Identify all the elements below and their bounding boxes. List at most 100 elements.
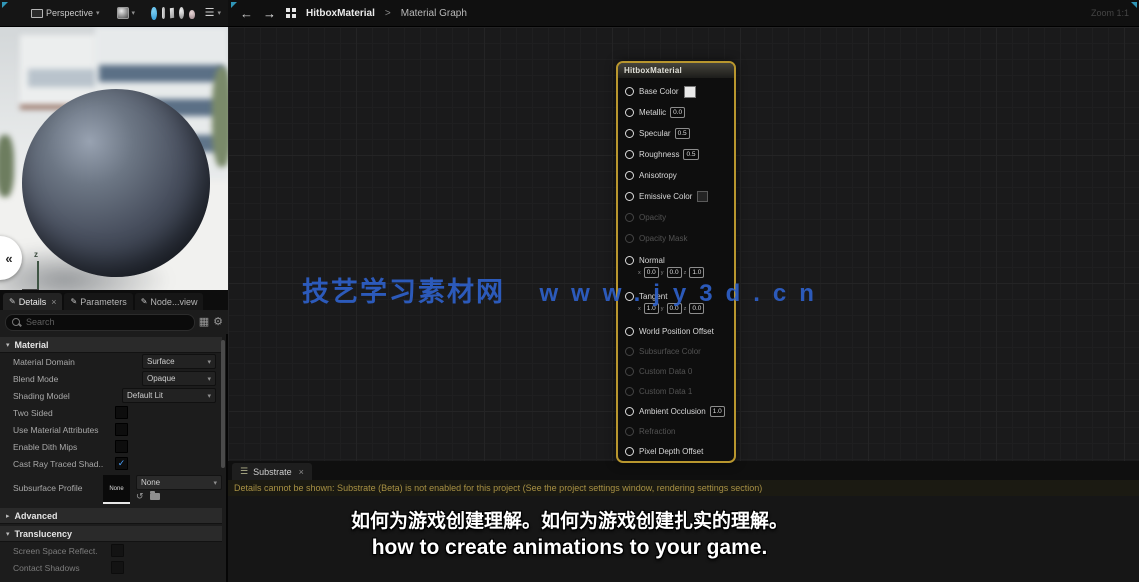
pin-tangent[interactable]: Tangent x 1.0 y 0.0 z 0.0 (618, 285, 734, 321)
pin-opacity-mask[interactable]: Opacity Mask (618, 228, 734, 249)
close-icon[interactable]: × (51, 297, 56, 307)
perspective-dropdown[interactable]: Perspective ▾ (28, 6, 103, 20)
browse-folder-icon[interactable] (150, 493, 160, 500)
graph-hierarchy-icon[interactable] (286, 8, 296, 18)
shape-sphere-selected-button[interactable] (151, 7, 156, 20)
check-icon: ✓ (118, 459, 126, 468)
graph-toolbar: ← → HitboxMaterial > Material Graph Zoom… (228, 0, 1139, 27)
substrate-panel: ☰ Substrate × Details cannot be shown: S… (228, 461, 1139, 582)
search-input[interactable] (24, 316, 188, 328)
select-value: Opaque (147, 374, 175, 383)
pin-subsurface-color[interactable]: Subsurface Color (618, 341, 734, 361)
reset-icon[interactable]: ↺ (136, 492, 144, 501)
pin-circle-icon[interactable] (625, 447, 634, 456)
pin-refraction[interactable]: Refraction (618, 421, 734, 441)
pin-opacity[interactable]: Opacity (618, 207, 734, 228)
category-label: Material (15, 340, 49, 350)
two-sided-checkbox[interactable] (115, 406, 128, 419)
tab-substrate[interactable]: ☰ Substrate × (232, 463, 312, 480)
pin-specular[interactable]: Specular 0.5 (618, 123, 734, 144)
perspective-label: Perspective (46, 8, 93, 18)
pin-circle-icon[interactable] (625, 256, 634, 265)
forward-button[interactable]: → (263, 6, 276, 21)
contact-shadows-checkbox[interactable] (111, 561, 124, 574)
screen-space-reflections-checkbox[interactable] (111, 544, 124, 557)
pencil-icon: ✎ (70, 297, 77, 306)
pin-normal[interactable]: Normal x 0.0 y 0.0 z 1.0 (618, 249, 734, 285)
subsurface-profile-select[interactable]: None ▾ (136, 475, 222, 490)
category-advanced[interactable]: ▸ Advanced (0, 508, 222, 524)
chevron-down-icon: ▾ (6, 341, 10, 349)
pin-roughness[interactable]: Roughness 0.5 (618, 144, 734, 165)
category-material[interactable]: ▾ Material (0, 337, 222, 353)
pin-circle-icon[interactable] (625, 192, 634, 201)
material-result-node[interactable]: HitboxMaterial Base Color Metallic 0.0 S… (616, 61, 736, 463)
tab-node-preview[interactable]: ✎ Node...view (135, 293, 204, 310)
pin-circle-icon[interactable] (625, 327, 634, 336)
enable-dith-mips-checkbox[interactable] (115, 440, 128, 453)
chevron-down-icon: ▾ (96, 9, 100, 17)
normal-z-value: 1.0 (689, 267, 704, 278)
shading-model-select[interactable]: Default Lit ▾ (122, 388, 216, 403)
node-header[interactable]: HitboxMaterial (618, 63, 734, 78)
breadcrumb-graph-page[interactable]: Material Graph (401, 8, 467, 19)
filter-grid-icon[interactable]: ▦ (199, 317, 209, 328)
back-button[interactable]: ← (240, 6, 253, 21)
pin-custom-data-0[interactable]: Custom Data 0 (618, 361, 734, 381)
pin-ambient-occlusion[interactable]: Ambient Occlusion 1.0 (618, 401, 734, 421)
pin-circle-icon[interactable] (625, 129, 634, 138)
pin-circle-icon (625, 213, 634, 222)
details-panel: ▾ Material Material Domain Surface ▾ Ble… (0, 334, 222, 582)
material-preview-viewport[interactable]: z x (0, 27, 228, 290)
substrate-warning-message: Details cannot be shown: Substrate (Beta… (228, 480, 1139, 496)
tangent-y-value: 0.0 (667, 303, 682, 314)
close-icon[interactable]: × (299, 467, 304, 477)
search-box[interactable] (5, 314, 195, 331)
tab-details[interactable]: ✎ Details × (3, 293, 62, 310)
axis-z-label: z (34, 250, 38, 259)
category-translucency[interactable]: ▾ Translucency (0, 526, 222, 542)
pin-circle-icon[interactable] (625, 108, 634, 117)
breadcrumb-material-name[interactable]: HitboxMaterial (306, 8, 375, 19)
pin-anisotropy[interactable]: Anisotropy (618, 165, 734, 186)
row-label: Shading Model (13, 391, 122, 401)
blend-mode-select[interactable]: Opaque ▾ (142, 371, 216, 386)
viewport-menu-button[interactable]: ☰ ▾ (202, 6, 224, 21)
details-scrollbar[interactable] (221, 340, 225, 468)
corner-marker (1131, 2, 1137, 8)
pin-emissive-color[interactable]: Emissive Color (618, 186, 734, 207)
viewmode-dropdown[interactable]: ▾ (114, 5, 139, 21)
pin-custom-data-1[interactable]: Custom Data 1 (618, 381, 734, 401)
axis-gizmo: z x (26, 255, 56, 290)
lit-viewmode-icon (117, 7, 129, 19)
use-material-attributes-checkbox[interactable] (115, 423, 128, 436)
pin-default-value: 0.0 (670, 107, 685, 118)
pin-circle-icon[interactable] (625, 407, 634, 416)
row-label: Subsurface Profile (13, 475, 97, 493)
material-domain-select[interactable]: Surface ▾ (142, 354, 216, 369)
row-enable-dith-mips: Enable Dith Mips (0, 438, 222, 455)
shape-cube-button[interactable] (170, 8, 175, 19)
pin-circle-icon[interactable] (625, 87, 634, 96)
cast-ray-traced-shadows-checkbox[interactable]: ✓ (115, 457, 128, 470)
subsurface-profile-thumbnail[interactable]: None (103, 475, 130, 504)
monitor-icon (31, 9, 43, 18)
pin-pixel-depth-offset[interactable]: Pixel Depth Offset (618, 441, 734, 461)
list-icon: ☰ (240, 466, 248, 477)
breadcrumb-separator: > (385, 8, 391, 19)
pin-metallic[interactable]: Metallic 0.0 (618, 102, 734, 123)
shape-sphere-button[interactable] (179, 7, 184, 19)
pin-circle-icon (625, 367, 634, 376)
shape-teapot-button[interactable] (189, 10, 194, 19)
shape-cylinder-button[interactable] (162, 7, 165, 19)
pin-world-position-offset[interactable]: World Position Offset (618, 321, 734, 341)
pin-circle-icon[interactable] (625, 292, 634, 301)
pin-base-color[interactable]: Base Color (618, 81, 734, 102)
select-value: Default Lit (127, 391, 163, 400)
chevron-right-icon: ▸ (6, 512, 10, 520)
tab-parameters[interactable]: ✎ Parameters (64, 293, 132, 310)
pin-circle-icon[interactable] (625, 171, 634, 180)
pin-circle-icon[interactable] (625, 150, 634, 159)
row-label: Two Sided (13, 408, 115, 418)
gear-icon[interactable]: ⚙ (213, 317, 223, 328)
